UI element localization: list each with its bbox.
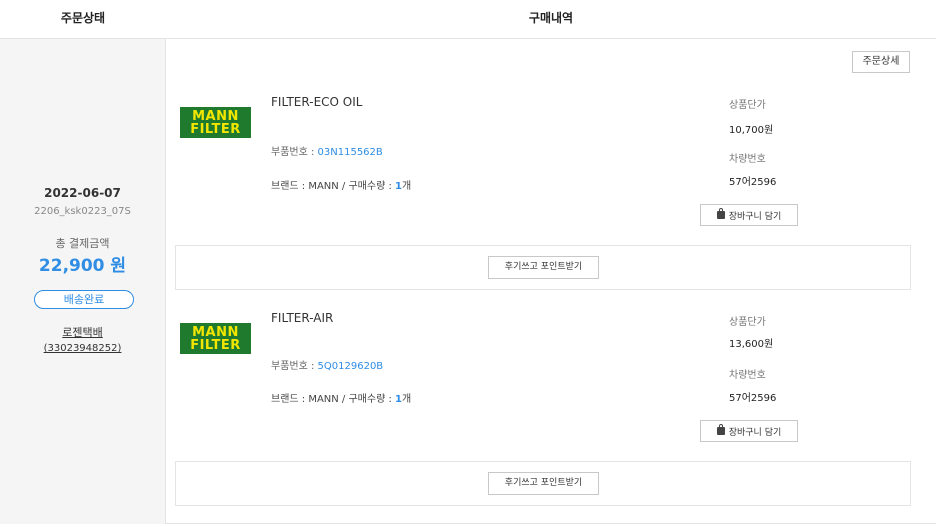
shopping-bag-icon bbox=[716, 208, 725, 219]
purchase-history-heading: 구매내역 bbox=[528, 11, 574, 25]
vehicle-number-label: 차량번호 bbox=[729, 154, 766, 165]
vehicle-number-label: 차량번호 bbox=[729, 370, 766, 381]
add-to-cart-button[interactable]: 장바구니 담기 bbox=[700, 420, 798, 442]
quantity-value: 1 bbox=[395, 181, 402, 192]
table-header: 주문상태 구매내역 bbox=[0, 0, 936, 38]
review-section: 후기쓰고 포인트받기 bbox=[175, 461, 911, 506]
total-payment-amount: 22,900 원 bbox=[38, 256, 127, 276]
tracking-number-link[interactable]: (33023948252) bbox=[0, 343, 165, 354]
product-name[interactable]: FILTER-ECO OIL bbox=[271, 95, 362, 109]
part-number: 부품번호 : 03N115562B bbox=[271, 147, 383, 158]
product-name[interactable]: FILTER-AIR bbox=[271, 311, 333, 325]
unit-price-value: 10,700원 bbox=[729, 125, 774, 136]
part-number-value[interactable]: 5Q0129620B bbox=[318, 361, 384, 372]
total-payment-label: 총 결제금액 bbox=[55, 237, 110, 250]
brand-quantity: 브랜드 : MANN / 구매수량 : 1개 bbox=[271, 394, 412, 405]
mann-filter-logo: MANN FILTER bbox=[180, 323, 251, 354]
mann-filter-logo: MANN FILTER bbox=[180, 107, 251, 138]
order-detail-button[interactable]: 주문상세 bbox=[852, 51, 910, 73]
order-date: 2022-06-07 bbox=[44, 186, 121, 200]
write-review-button[interactable]: 후기쓰고 포인트받기 bbox=[488, 472, 599, 495]
order-number: 2206_ksk0223_07S bbox=[34, 206, 131, 217]
order-status-heading: 주문상태 bbox=[60, 11, 106, 25]
quantity-value: 1 bbox=[395, 394, 402, 405]
brand-quantity: 브랜드 : MANN / 구매수량 : 1개 bbox=[271, 181, 412, 192]
vehicle-number-value: 57어2596 bbox=[729, 393, 777, 404]
shopping-bag-icon bbox=[716, 424, 725, 435]
unit-price-label: 상품단가 bbox=[729, 100, 766, 111]
write-review-button[interactable]: 후기쓰고 포인트받기 bbox=[488, 256, 599, 279]
courier-link[interactable]: 로젠택배 bbox=[0, 324, 165, 340]
unit-price-value: 13,600원 bbox=[729, 339, 774, 350]
unit-price-label: 상품단가 bbox=[729, 317, 766, 328]
vehicle-number-value: 57어2596 bbox=[729, 177, 777, 188]
part-number-value[interactable]: 03N115562B bbox=[318, 147, 383, 158]
review-section: 후기쓰고 포인트받기 bbox=[175, 245, 911, 290]
part-number: 부품번호 : 5Q0129620B bbox=[271, 361, 384, 372]
add-to-cart-button[interactable]: 장바구니 담기 bbox=[700, 204, 798, 226]
delivery-status-badge: 배송완료 bbox=[34, 290, 134, 309]
order-status-panel: 2022-06-07 2206_ksk0223_07S 총 결제금액 22,90… bbox=[0, 38, 165, 524]
